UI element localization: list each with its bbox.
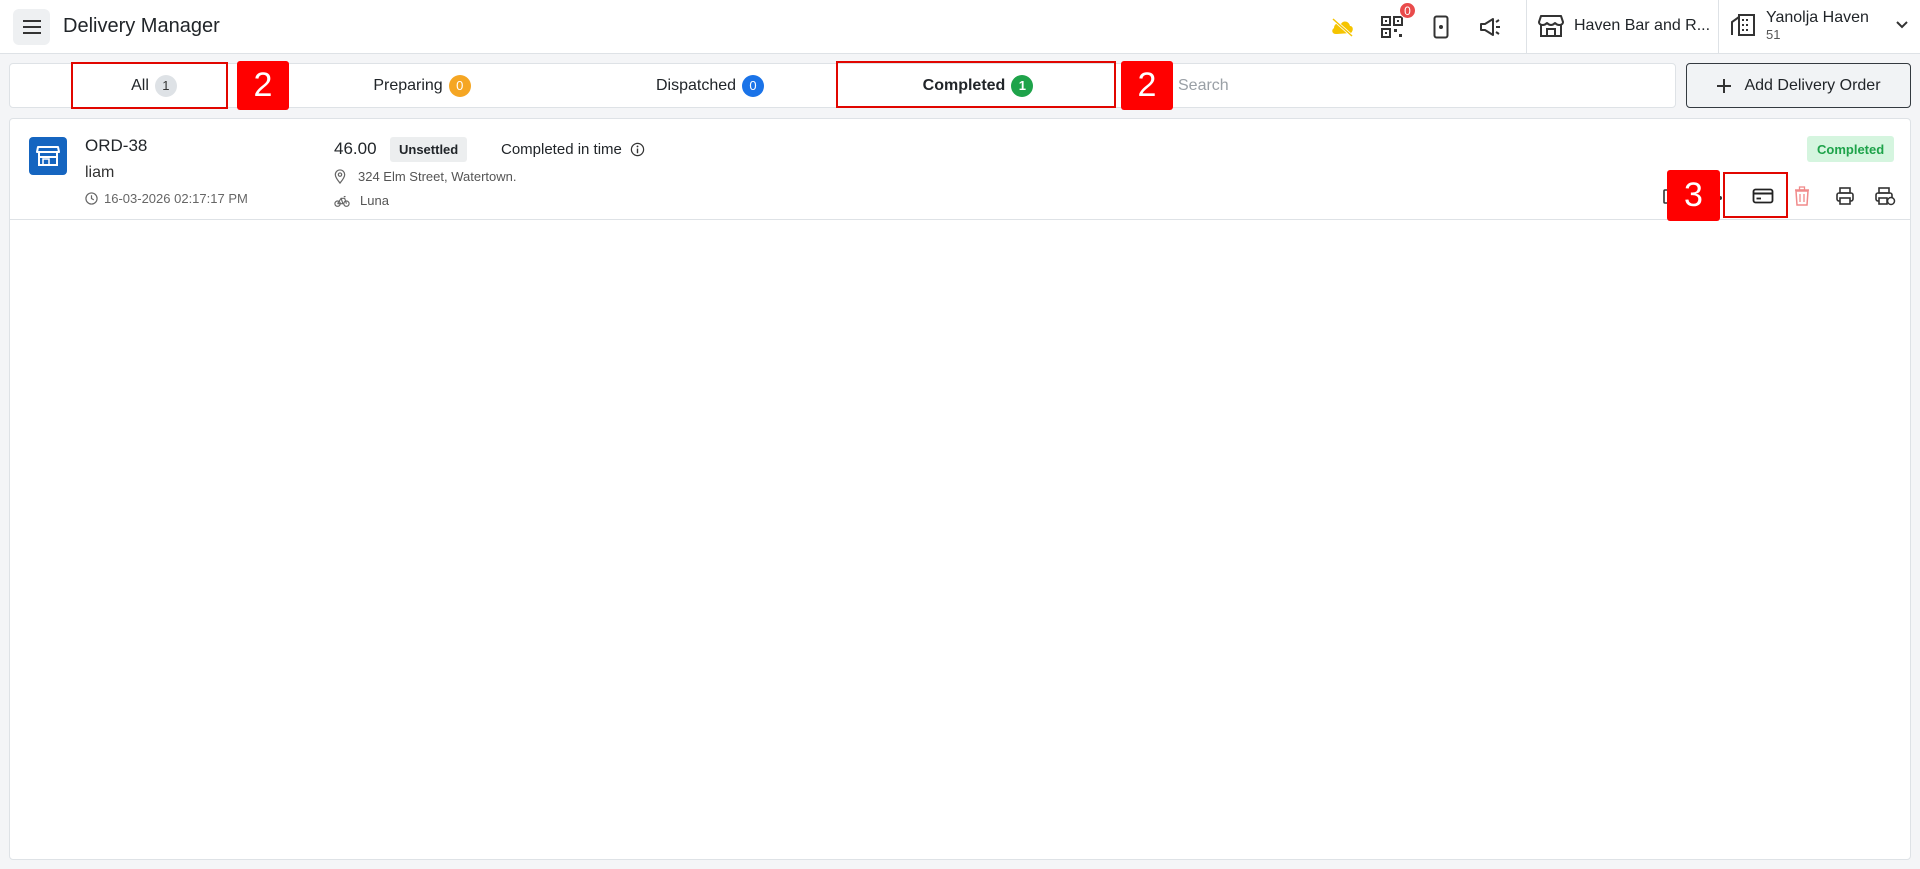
- top-bar: Delivery Manager 0 Haven Bar and R... Ya…: [0, 0, 1920, 54]
- customer-name: liam: [85, 164, 115, 181]
- tab-label: Dispatched: [655, 76, 737, 94]
- branch-name: Haven Bar and R...: [1574, 17, 1711, 34]
- annotation-marker: 2: [237, 61, 289, 110]
- driver: Luna: [334, 193, 389, 208]
- chevron-down-icon: [1896, 21, 1908, 29]
- payment-status-badge: Unsettled: [390, 137, 468, 162]
- tab-label: Preparing: [373, 76, 443, 94]
- delete-order-button[interactable]: [1789, 183, 1815, 209]
- qr-count-badge: 0: [1399, 2, 1416, 19]
- highlight-box-all-tab: [71, 62, 228, 109]
- header-divider: [1526, 0, 1527, 54]
- mobile-device-button[interactable]: [1426, 12, 1456, 42]
- user-name: Yanolja Haven: [1766, 9, 1869, 26]
- highlight-box-card-button: [1723, 172, 1788, 218]
- order-row[interactable]: ORD-38 liam 16-03-2026 02:17:17 PM 46.00…: [10, 119, 1910, 220]
- tab-count-badge: 0: [448, 74, 471, 97]
- completion-timing: Completed in time: [501, 141, 645, 158]
- page-title: Delivery Manager: [63, 15, 220, 37]
- store-icon: [1538, 15, 1564, 37]
- printer-icon: [1836, 187, 1854, 205]
- print-button[interactable]: [1832, 183, 1858, 209]
- driver-name: Luna: [360, 193, 389, 208]
- printer-refresh-icon: [1875, 187, 1896, 206]
- add-delivery-order-label: Add Delivery Order: [1744, 76, 1881, 94]
- user-menu[interactable]: Yanolja Haven 51: [1730, 8, 1909, 42]
- megaphone-icon: [1480, 18, 1500, 36]
- order-amount: 46.00: [334, 139, 377, 158]
- header-divider: [1718, 0, 1719, 54]
- location-pin-icon: [334, 169, 346, 184]
- info-icon[interactable]: [630, 142, 645, 157]
- clock-icon: [85, 192, 98, 205]
- hamburger-menu-button[interactable]: [13, 9, 50, 45]
- user-sub-label: 51: [1766, 27, 1781, 42]
- highlight-box-completed-tab: [836, 61, 1116, 108]
- completion-timing-text: Completed in time: [501, 141, 622, 158]
- branch-selector[interactable]: Haven Bar and R...: [1538, 14, 1710, 38]
- mobile-phone-icon: [1433, 15, 1449, 39]
- bicycle-icon: [334, 195, 350, 207]
- announcement-button[interactable]: [1475, 12, 1505, 42]
- delivery-address-text: 324 Elm Street, Watertown.: [358, 169, 517, 184]
- order-datetime: 16-03-2026 02:17:17 PM: [85, 191, 248, 206]
- trash-icon: [1795, 186, 1809, 206]
- plus-icon: [1717, 78, 1732, 93]
- building-icon: [1731, 14, 1755, 36]
- add-delivery-order-button[interactable]: Add Delivery Order: [1686, 63, 1911, 108]
- annotation-marker: 2: [1121, 61, 1173, 110]
- cloud-off-icon[interactable]: [1327, 12, 1357, 42]
- search-input[interactable]: [1178, 70, 1658, 102]
- annotation-marker: 3: [1667, 170, 1720, 221]
- order-datetime-text: 16-03-2026 02:17:17 PM: [104, 191, 248, 206]
- order-id: ORD-38: [85, 136, 148, 155]
- qr-code-icon: [1381, 16, 1403, 38]
- store-type-icon: [29, 137, 67, 175]
- tab-preparing[interactable]: Preparing 0: [340, 64, 504, 107]
- order-status-badge: Completed: [1807, 136, 1895, 162]
- delivery-address: 324 Elm Street, Watertown.: [334, 169, 516, 184]
- orders-panel: ORD-38 liam 16-03-2026 02:17:17 PM 46.00…: [9, 118, 1911, 860]
- tab-dispatched[interactable]: Dispatched 0: [618, 64, 802, 107]
- reprint-button[interactable]: [1872, 183, 1898, 209]
- qr-code-button[interactable]: 0: [1377, 2, 1416, 42]
- tab-count-badge: 0: [742, 74, 765, 97]
- menu-icon: [22, 20, 41, 34]
